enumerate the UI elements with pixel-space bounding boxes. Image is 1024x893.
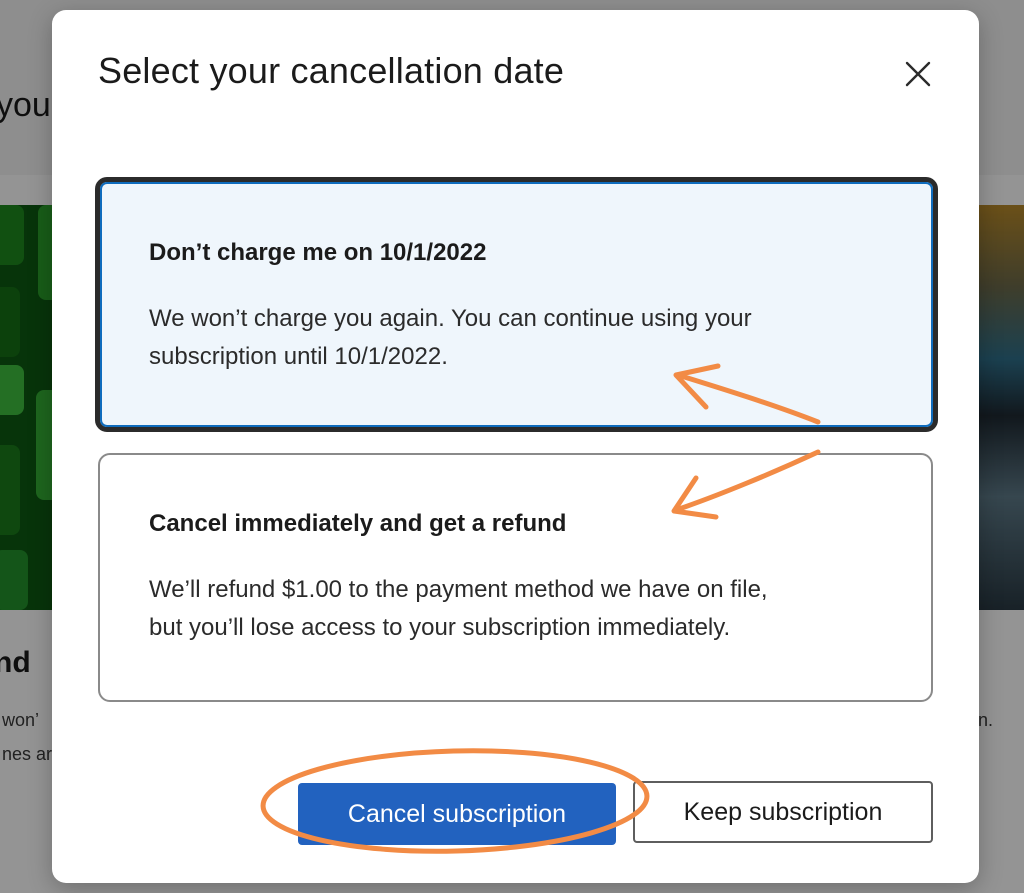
option-cancel-immediately[interactable]: Cancel immediately and get a refund We’l…: [98, 453, 933, 702]
option-title: Cancel immediately and get a refund: [149, 510, 567, 537]
option-description-line: We won’t charge you again. You can conti…: [149, 305, 752, 332]
option-description: We’ll refund $1.00 to the payment method…: [149, 571, 869, 647]
keep-subscription-button[interactable]: Keep subscription: [633, 781, 933, 843]
option-description-line: We’ll refund $1.00 to the payment method…: [149, 576, 768, 603]
cancel-subscription-button[interactable]: Cancel subscription: [298, 783, 616, 845]
option-description-line: but you’ll lose access to your subscript…: [149, 614, 731, 641]
option-description-line: subscription until 10/1/2022.: [149, 343, 448, 370]
option-description: We won’t charge you again. You can conti…: [149, 300, 869, 376]
option-title: Don’t charge me on 10/1/2022: [149, 239, 487, 266]
option-dont-charge[interactable]: Don’t charge me on 10/1/2022 We won’t ch…: [95, 177, 938, 432]
dialog-title: Select your cancellation date: [98, 50, 565, 91]
cancellation-dialog: Select your cancellation date Don’t char…: [52, 10, 979, 883]
close-icon: [905, 61, 931, 87]
close-button[interactable]: [898, 54, 938, 94]
